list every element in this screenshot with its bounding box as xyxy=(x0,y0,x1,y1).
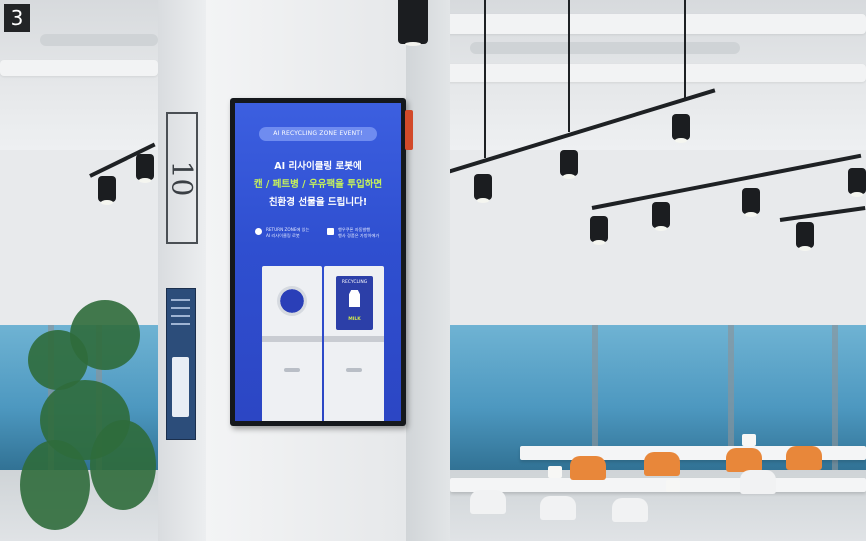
info-location-line-2: AI 리사이클링 로봇 xyxy=(266,233,300,238)
location-pin-icon xyxy=(255,228,262,235)
spotlight xyxy=(742,188,760,217)
milk-carton-icon xyxy=(349,290,360,307)
floor-number-sign: 10 xyxy=(165,112,199,244)
spotlight xyxy=(136,154,154,183)
chair xyxy=(644,452,680,476)
output-slot xyxy=(284,368,300,372)
spotlight xyxy=(796,222,814,251)
output-slot xyxy=(346,368,362,372)
spotlight xyxy=(560,150,578,179)
ceiling-pipe xyxy=(470,42,740,54)
side-poster xyxy=(166,288,196,440)
event-label: AI RECYCLING ZONE EVENT! xyxy=(259,127,377,141)
bottle-porthole-icon xyxy=(277,286,307,316)
pillar-side xyxy=(158,0,206,541)
gift-icon xyxy=(327,228,334,235)
chair xyxy=(786,446,822,470)
napkin-holder xyxy=(548,466,562,478)
chair xyxy=(726,448,762,472)
chair xyxy=(470,490,506,514)
floor-number: 10 xyxy=(165,160,199,196)
chair xyxy=(540,496,576,520)
ceiling-beam xyxy=(430,14,866,34)
digital-signage-monitor: AI RECYCLING ZONE EVENT! AI 리사이클링 로봇에 캔 … xyxy=(230,98,406,426)
headline-line-1: AI 리사이클링 로봇에 xyxy=(274,161,362,172)
chair xyxy=(570,456,606,480)
headline-line-2: 캔 / 페트병 / 우유팩을 투입하면 xyxy=(253,179,383,190)
chair xyxy=(612,498,648,522)
panel-bottom-label: MILK xyxy=(348,317,361,322)
spotlight xyxy=(474,174,492,203)
pendant-light xyxy=(398,0,428,46)
spotlight xyxy=(672,114,690,143)
spotlight xyxy=(98,176,116,205)
recycling-machine-right: RECYCLING MILK xyxy=(324,266,384,421)
panel-top-label: RECYCLING xyxy=(341,280,368,285)
pillar-right xyxy=(406,0,450,541)
window-blinds xyxy=(0,150,158,330)
chair xyxy=(740,470,776,494)
cafeteria-scene: 10 AI RECYCLING ZONE EVENT! AI 리사이클링 로봇에… xyxy=(0,0,866,541)
recycling-machine-left xyxy=(262,266,322,421)
napkin-holder xyxy=(666,480,680,492)
machine-panel: RECYCLING MILK xyxy=(336,276,373,330)
ceiling-beam xyxy=(0,60,158,76)
spotlight xyxy=(590,216,608,245)
ceiling-beam xyxy=(440,64,866,82)
spotlight xyxy=(652,202,670,231)
signage-screen: AI RECYCLING ZONE EVENT! AI 리사이클링 로봇에 캔 … xyxy=(235,103,401,421)
image-number-badge: 3 xyxy=(4,4,30,32)
ceiling-pipe xyxy=(40,34,158,46)
info-gift-line-2: 행사 경품은 가방아에가 xyxy=(338,233,380,238)
napkin-holder xyxy=(742,434,756,446)
headline: AI 리사이클링 로봇에 캔 / 페트병 / 우유팩을 투입하면 친환경 선물을… xyxy=(239,158,397,212)
headline-line-3: 친환경 선물을 드립니다! xyxy=(268,197,368,208)
red-sensor-box xyxy=(405,110,413,150)
spotlight xyxy=(848,168,866,197)
cafeteria-table xyxy=(450,478,866,492)
